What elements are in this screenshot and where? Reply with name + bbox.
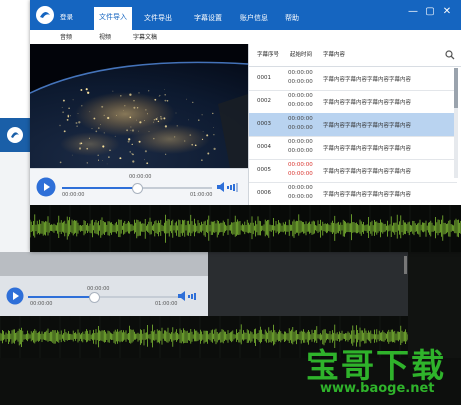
row-start-time: 00:00:00 [288, 185, 313, 191]
table-header: 字幕序号 起始时间 字幕内容 [249, 44, 461, 67]
background-table-panel [208, 252, 408, 316]
tab-file-export[interactable]: 文件导出 [138, 8, 178, 30]
row-start-time: 00:00:00 [288, 139, 313, 145]
row-content[interactable]: 字幕内容字幕内容字幕内容字幕内容 [323, 167, 411, 175]
row-start-time: 00:00:00 [288, 162, 313, 168]
maximize-icon[interactable]: ▢ [423, 6, 437, 17]
background-play-button[interactable] [6, 287, 24, 305]
header-content: 字幕内容 [323, 52, 346, 58]
row-end-time: 00:00:00 [288, 102, 313, 108]
table-row[interactable]: 0006 00:00:00 00:00:00 字幕内容字幕内容字幕内容字幕内容 [249, 182, 457, 205]
tab-subtitle-settings[interactable]: 字幕设置 [188, 8, 228, 30]
background-elapsed-time: 00:00:00 [30, 301, 53, 307]
watermark-url[interactable]: www.baoge.net [320, 381, 435, 396]
background-title-strip [0, 118, 30, 152]
background-side-panel [0, 152, 30, 257]
row-content[interactable]: 字幕内容字幕内容字幕内容字幕内容 [323, 144, 411, 152]
sub-tab-subtitle-script[interactable]: 字幕文稿 [133, 32, 157, 41]
duration-time: 01:00:00 [190, 192, 213, 198]
background-volume-icon[interactable] [176, 290, 204, 302]
row-index: 0004 [257, 144, 271, 150]
play-button[interactable] [36, 177, 56, 197]
row-index: 0006 [257, 190, 271, 196]
row-start-time: 00:00:00 [288, 70, 313, 76]
elapsed-time: 00:00:00 [62, 192, 85, 198]
video-preview[interactable] [30, 44, 248, 168]
background-progress-fill [28, 296, 96, 298]
header-start-time: 起始时间 [290, 52, 313, 58]
subtitle-table: 字幕序号 起始时间 字幕内容 0001 00:00:00 00:00:00 字幕内容字… [248, 44, 461, 205]
table-scrollbar-thumb[interactable] [454, 68, 458, 108]
background-header-panel [0, 252, 208, 276]
table-row[interactable]: 0003 00:00:00 00:00:00 字幕内容字幕内容字幕内容字幕内容 [249, 113, 457, 137]
table-body: 0001 00:00:00 00:00:00 字幕内容字幕内容字幕内容字幕内容 0002… [249, 67, 457, 205]
background-player-bar: 00:00:00 00:00:00 01:00:00 [0, 276, 208, 316]
progress-fill [62, 187, 137, 189]
row-end-time: 00:00:00 [288, 79, 313, 85]
row-content[interactable]: 字幕内容字幕内容字幕内容字幕内容 [323, 190, 411, 198]
login-link[interactable]: 登录 [60, 11, 73, 21]
row-end-time: 00:00:00 [288, 171, 313, 177]
table-row[interactable]: 0004 00:00:00 00:00:00 字幕内容字幕内容字幕内容字幕内容 [249, 136, 457, 160]
row-content[interactable]: 字幕内容字幕内容字幕内容字幕内容 [323, 98, 411, 106]
row-start-time: 00:00:00 [288, 93, 313, 99]
progress-handle[interactable] [132, 183, 143, 194]
row-start-time: 00:00:00 [288, 116, 313, 122]
background-duration: 01:00:00 [155, 301, 178, 307]
row-end-time: 00:00:00 [288, 125, 313, 131]
audio-waveform-graph [29, 205, 461, 252]
table-row[interactable]: 0005 00:00:00 00:00:00 字幕内容字幕内容字幕内容字幕内容 [249, 159, 457, 183]
player-bar: 00:00:00 00:00:00 01:00:00 [30, 168, 248, 206]
video-frame-earth-night [30, 44, 248, 168]
volume-icon[interactable] [215, 181, 243, 193]
minimize-icon[interactable]: — [406, 6, 420, 17]
row-index: 0002 [257, 98, 271, 104]
watermark-title: 宝哥下载 [306, 346, 446, 385]
row-end-time: 00:00:00 [288, 194, 313, 200]
close-icon[interactable]: ✕ [440, 6, 454, 17]
background-logo-icon [7, 127, 23, 143]
tab-help[interactable]: 帮助 [280, 8, 304, 30]
table-scrollbar[interactable] [454, 68, 458, 178]
table-row[interactable]: 0002 00:00:00 00:00:00 字幕内容字幕内容字幕内容字幕内容 [249, 90, 457, 114]
title-bar: 登录 文件导入 文件导出 字幕设置 账户信息 帮助 — ▢ ✕ [30, 0, 461, 30]
row-content[interactable]: 字幕内容字幕内容字幕内容字幕内容 [323, 75, 411, 83]
app-logo-icon[interactable] [35, 5, 55, 25]
row-index: 0003 [257, 121, 271, 127]
row-index: 0005 [257, 167, 271, 173]
background-progress-handle[interactable] [89, 292, 100, 303]
tab-file-import[interactable]: 文件导入 [94, 7, 132, 30]
main-window: 登录 文件导入 文件导出 字幕设置 账户信息 帮助 — ▢ ✕ 音频 视频 字幕… [29, 0, 461, 252]
audio-waveform[interactable] [29, 205, 461, 252]
search-icon[interactable] [445, 50, 455, 60]
background-scrollbar[interactable] [404, 256, 407, 274]
sub-tab-audio[interactable]: 音频 [60, 32, 72, 41]
current-time: 00:00:00 [129, 174, 152, 180]
sub-nav: 音频 视频 字幕文稿 [30, 30, 461, 45]
tab-account-info[interactable]: 账户信息 [234, 8, 274, 30]
background-current-time: 00:00:00 [87, 286, 110, 292]
background-progress-track[interactable] [28, 296, 178, 298]
row-content[interactable]: 字幕内容字幕内容字幕内容字幕内容 [323, 121, 411, 129]
table-row[interactable]: 0001 00:00:00 00:00:00 字幕内容字幕内容字幕内容字幕内容 [249, 67, 457, 91]
header-index: 字幕序号 [257, 52, 280, 58]
row-end-time: 00:00:00 [288, 148, 313, 154]
sub-tab-video[interactable]: 视频 [99, 32, 111, 41]
row-index: 0001 [257, 75, 271, 81]
